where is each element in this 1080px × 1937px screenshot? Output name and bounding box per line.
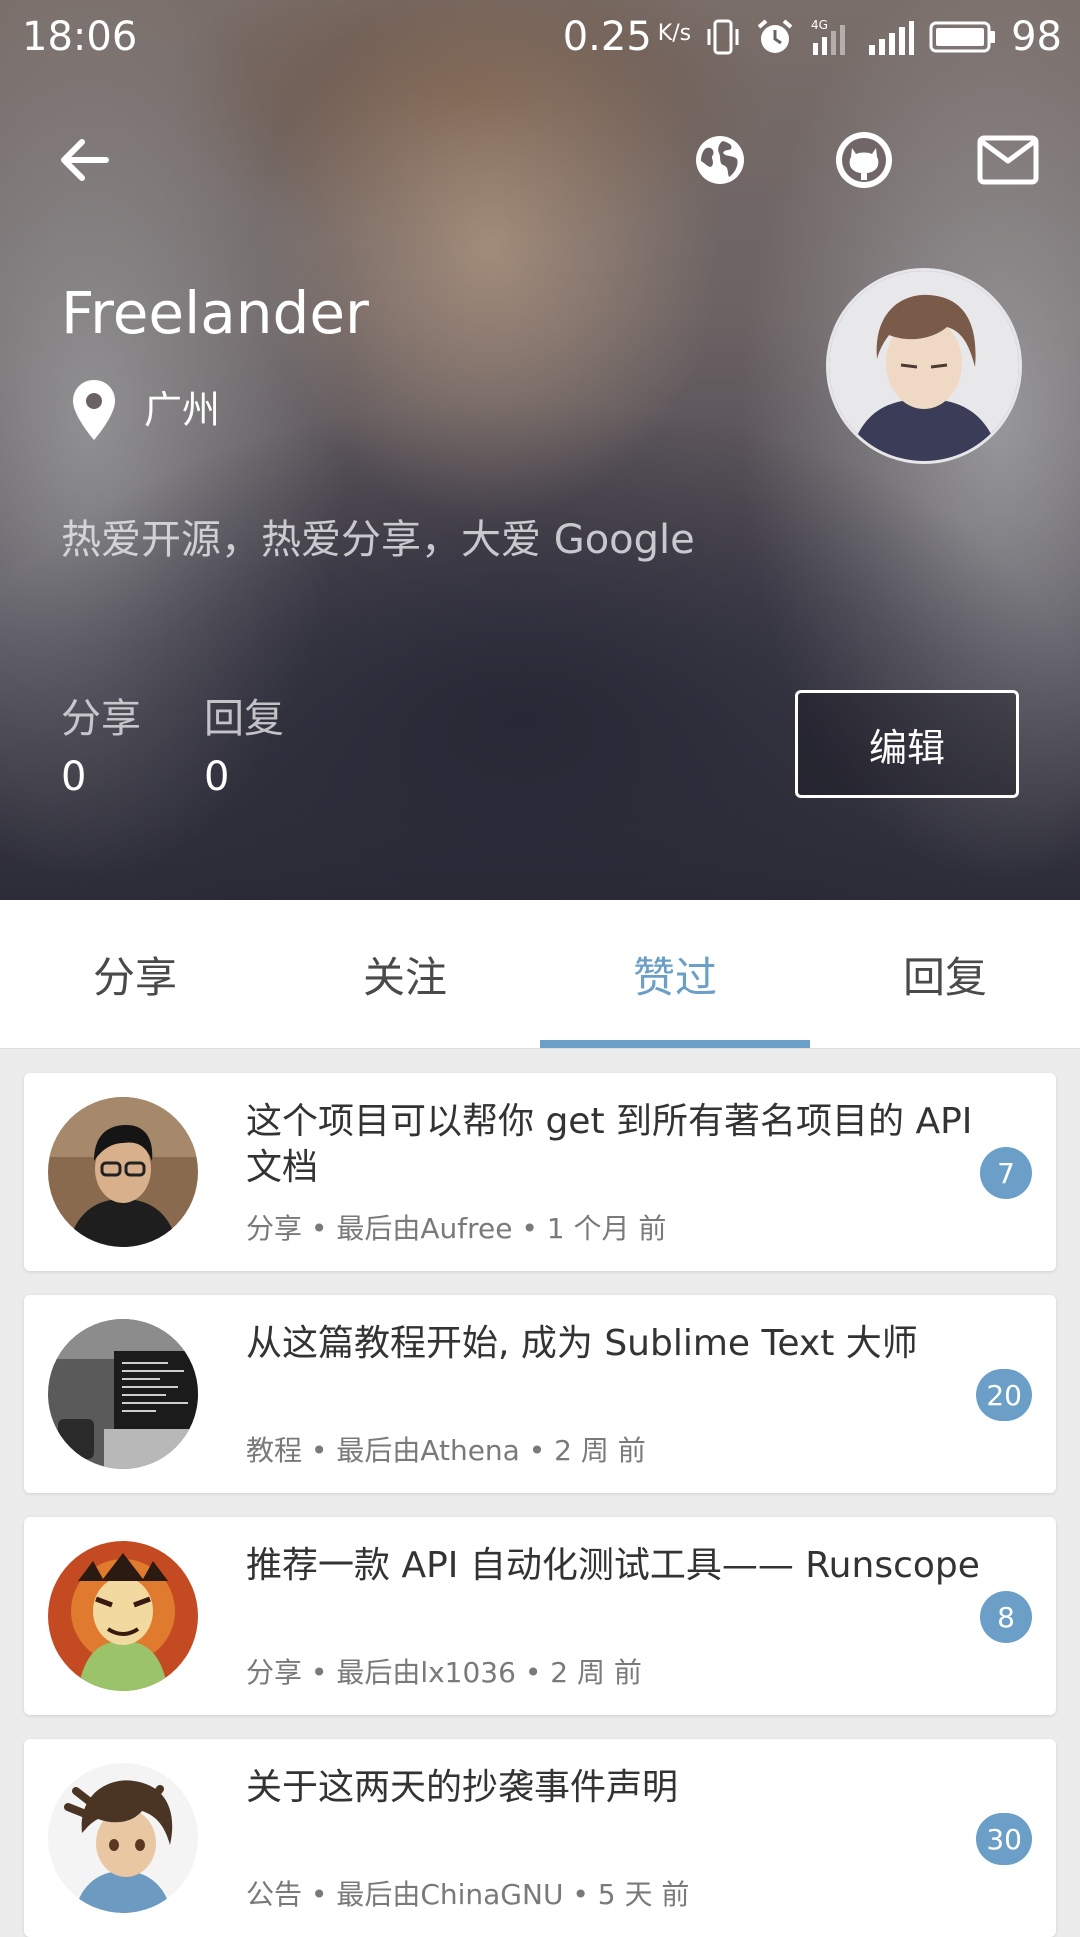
profile-location: 广州 (144, 388, 221, 432)
post-meta: 公告 • 最后由ChinaGNU • 5 天 前 (246, 1878, 690, 1911)
stat-reply-value: 0 (204, 754, 230, 800)
github-button[interactable] (832, 128, 896, 192)
tab-share[interactable]: 分享 (0, 900, 270, 1048)
post-title: 推荐一款 API 自动化测试工具—— Runscope (246, 1545, 980, 1586)
github-icon (836, 132, 892, 188)
website-button[interactable] (688, 128, 752, 192)
signal-4g-icon: 4G (811, 18, 846, 55)
avatar[interactable] (48, 1763, 198, 1913)
list-item[interactable]: 从这篇教程开始, 成为 Sublime Text 大师 教程 • 最后由Athe… (24, 1295, 1056, 1493)
back-button[interactable] (52, 128, 116, 192)
anime-avatar-photo (48, 1763, 198, 1913)
battery-level: 98 (1011, 14, 1062, 60)
profile-header: 18:06 0.25 K/s 4G 98 Freelander 广州 热爱开源，… (0, 0, 1080, 900)
svg-text:4G: 4G (811, 18, 828, 32)
vibrate-icon (707, 19, 739, 55)
reply-count-badge: 7 (980, 1147, 1032, 1199)
avatar-illustration (829, 271, 1019, 461)
status-bar: 18:06 0.25 K/s 4G 98 (0, 0, 1080, 76)
profile-name: Freelander (61, 279, 369, 347)
edit-profile-button[interactable]: 编辑 (795, 690, 1019, 798)
laptop-photo (48, 1319, 198, 1469)
globe-icon (696, 136, 744, 184)
battery-icon (929, 21, 996, 53)
post-title: 关于这两天的抄袭事件声明 (246, 1767, 679, 1808)
post-meta: 教程 • 最后由Athena • 2 周 前 (246, 1434, 646, 1467)
reply-count-badge: 8 (980, 1591, 1032, 1643)
avatar[interactable] (48, 1097, 198, 1247)
status-indicators: 0.25 K/s 4G 98 (563, 12, 1062, 62)
tab-liked[interactable]: 赞过 (540, 900, 810, 1048)
profile-avatar[interactable] (826, 268, 1022, 464)
mail-button[interactable] (976, 128, 1040, 192)
stat-share-value: 0 (61, 754, 87, 800)
signal-icon (869, 21, 915, 55)
network-speed-unit: K/s (657, 21, 692, 46)
post-title: 这个项目可以帮你 get 到所有著名项目的 API 文档 (246, 1101, 973, 1188)
profile-tabs: 分享 关注 赞过 回复 (0, 900, 1080, 1049)
status-time: 18:06 (22, 14, 138, 60)
illustration-photo (48, 1541, 198, 1691)
reply-count-badge: 30 (976, 1813, 1032, 1865)
network-speed: 0.25 (562, 14, 652, 60)
location-pin-icon (73, 380, 115, 440)
reply-count-badge: 20 (976, 1369, 1032, 1421)
arrow-left-icon (61, 139, 109, 181)
post-meta: 分享 • 最后由Aufree • 1 个月 前 (246, 1212, 667, 1245)
list-item[interactable]: 推荐一款 API 自动化测试工具—— Runscope 分享 • 最后由lx10… (24, 1517, 1056, 1715)
stat-share-label: 分享 (61, 696, 141, 742)
profile-bio: 热爱开源，热爱分享，大爱 Google (61, 517, 695, 563)
post-title: 从这篇教程开始, 成为 Sublime Text 大师 (246, 1323, 918, 1364)
tab-follow[interactable]: 关注 (270, 900, 540, 1048)
mail-icon (977, 135, 1039, 185)
user-photo (48, 1097, 198, 1247)
list-item[interactable]: 关于这两天的抄袭事件声明 公告 • 最后由ChinaGNU • 5 天 前 30 (24, 1739, 1056, 1937)
avatar[interactable] (48, 1319, 198, 1469)
tab-active-indicator (540, 1040, 810, 1048)
post-meta: 分享 • 最后由lx1036 • 2 周 前 (246, 1656, 642, 1689)
alarm-icon (757, 19, 793, 53)
stat-reply-label: 回复 (204, 696, 284, 742)
list-item[interactable]: 这个项目可以帮你 get 到所有著名项目的 API 文档 分享 • 最后由Auf… (24, 1073, 1056, 1271)
avatar[interactable] (48, 1541, 198, 1691)
tab-replies[interactable]: 回复 (810, 900, 1080, 1048)
